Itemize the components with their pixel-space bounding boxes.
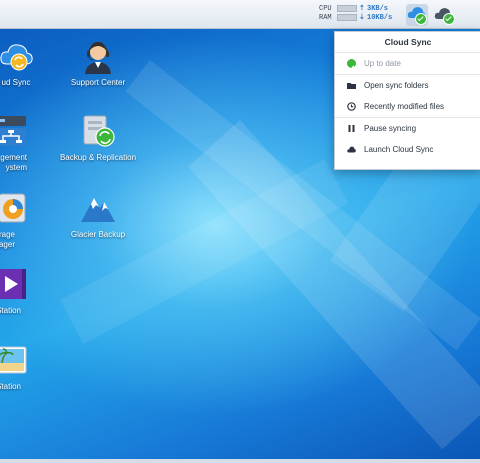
- upload-speed: 3KB/s: [367, 5, 389, 13]
- cpu-meter: [337, 5, 357, 12]
- download-speed: 10KB/s: [367, 14, 393, 22]
- cpu-label: CPU: [319, 5, 332, 13]
- management-system-icon: [0, 113, 29, 149]
- ram-label: RAM: [319, 14, 332, 22]
- ram-meter: [337, 14, 357, 21]
- menu-title: Cloud Sync: [335, 32, 480, 53]
- storage-manager-icon: [0, 190, 31, 226]
- desktop-icon-label: Backup & Replication: [59, 153, 137, 162]
- video-station-icon: [0, 266, 28, 302]
- taskbar: CPU RAM ⇡ 3KB/s ⇣ 10KB/s: [0, 0, 480, 29]
- menu-item-pause-syncing[interactable]: Pause syncing: [335, 118, 480, 139]
- menu-item-recently-modified-files[interactable]: Recently modified files: [335, 96, 480, 117]
- photo-station-icon: [0, 342, 28, 378]
- desktop-icon-photo-station[interactable]: o Station: [0, 342, 56, 392]
- menu-item-open-sync-folders[interactable]: Open sync folders: [335, 75, 480, 96]
- cloud-sync-tray-button[interactable]: [406, 4, 428, 26]
- pause-icon: [348, 125, 355, 132]
- clock-icon: [347, 102, 356, 111]
- desktop-icon-glacier-backup[interactable]: Glacier Backup: [52, 190, 144, 240]
- upload-arrow-icon: ⇡: [359, 5, 365, 13]
- cloud-sync-menu: Cloud Sync Up to date Open sync folders …: [334, 31, 480, 170]
- menu-item-label: Recently modified files: [364, 102, 445, 111]
- bottom-edge-bar: [0, 459, 480, 463]
- desktop-icon-label: Glacier Backup: [70, 230, 126, 239]
- cloud-status-tray-button[interactable]: [433, 4, 455, 26]
- desktop-icon-management-system[interactable]: Management ystem: [0, 113, 57, 173]
- menu-item-label: Pause syncing: [364, 124, 417, 133]
- support-agent-icon: [80, 38, 116, 74]
- status-check-icon: [443, 13, 455, 25]
- synced-check-icon: [415, 13, 427, 25]
- backup-replication-icon: [80, 113, 116, 149]
- desktop-icon-video-station[interactable]: o Station: [0, 266, 56, 316]
- menu-item-launch-cloud-sync[interactable]: Launch Cloud Sync: [335, 139, 480, 160]
- folder-icon: [347, 83, 356, 89]
- sync-status-text: Up to date: [364, 59, 401, 68]
- download-arrow-icon: ⇣: [359, 14, 365, 22]
- menu-item-label: Open sync folders: [364, 81, 429, 90]
- cloud-sync-icon: [0, 38, 34, 74]
- desktop-icon-label: torage anager: [0, 230, 15, 249]
- sync-status: Up to date: [335, 53, 480, 74]
- desktop-icon-label: Management ystem: [0, 153, 27, 172]
- desktop-icon-support-center[interactable]: Support Center: [52, 38, 144, 88]
- desktop-icon-label: o Station: [0, 382, 21, 391]
- desktop-icon-backup-replication[interactable]: Backup & Replication: [52, 113, 144, 163]
- desktop-icon-storage-manager[interactable]: torage anager: [0, 190, 59, 250]
- desktop-icon-label: Support Center: [70, 78, 126, 87]
- cloud-app-icon: [347, 146, 356, 153]
- status-check-icon: [347, 59, 356, 71]
- desktop-icon-label: o Station: [0, 306, 21, 315]
- menu-item-label: Launch Cloud Sync: [364, 145, 434, 154]
- glacier-mountain-icon: [80, 190, 116, 226]
